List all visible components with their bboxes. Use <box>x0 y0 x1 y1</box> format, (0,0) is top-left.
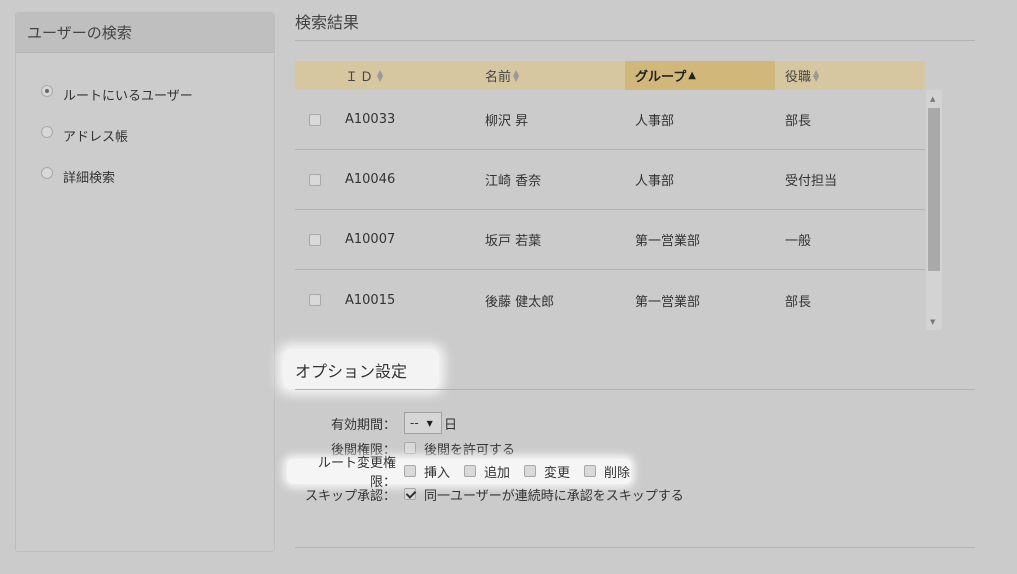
radio-button[interactable] <box>41 125 53 138</box>
select-value: -- <box>410 416 419 430</box>
cell-id: A10033 <box>345 112 396 127</box>
scroll-down-icon[interactable]: ▼ <box>930 318 935 326</box>
column-label: 名前 <box>485 70 512 85</box>
cell-group: 人事部 <box>635 114 675 129</box>
column-label: ＩＤ <box>345 70 376 85</box>
cell-id: A10015 <box>345 292 396 308</box>
radio-advanced-search[interactable]: 詳細検索 <box>41 156 274 197</box>
snoop-checkbox-label: 後閲を許可する <box>424 442 516 458</box>
sort-icon: ▲ ▼ <box>377 67 384 83</box>
cell-name: 柳沢 昇 <box>485 114 529 129</box>
column-label: グループ <box>635 70 687 85</box>
radio-address-book[interactable]: アドレス帳 <box>41 115 274 156</box>
divider <box>295 40 975 41</box>
table-row[interactable]: A10033 柳沢 昇 人事部 部長 <box>295 90 925 150</box>
sort-asc-icon: ▲ <box>688 69 696 81</box>
search-mode-list: ルートにいるユーザー アドレス帳 詳細検索 <box>16 53 274 197</box>
cell-role: 受付担当 <box>785 174 838 189</box>
radio-root-users[interactable]: ルートにいるユーザー <box>41 74 274 115</box>
skip-approval-row: スキップ承認： 同一ユーザーが連続時に承認をスキップする <box>295 483 684 505</box>
row-checkbox[interactable] <box>309 113 321 126</box>
user-search-panel: ユーザーの検索 ルートにいるユーザー アドレス帳 詳細検索 <box>15 12 275 552</box>
options-title: オプション設定 <box>295 362 408 381</box>
insert-label: 挿入 <box>424 465 451 481</box>
column-header-role[interactable]: 役職 ▲ ▼ <box>775 61 925 90</box>
sort-icon: ▲ ▼ <box>513 67 520 83</box>
row-checkbox[interactable] <box>309 173 321 186</box>
cell-role: 部長 <box>785 114 812 129</box>
skip-approval-checkbox-label: 同一ユーザーが連続時に承認をスキップする <box>424 488 684 504</box>
cell-name: 坂戸 若葉 <box>485 234 542 249</box>
cell-id: A10046 <box>345 172 396 187</box>
row-checkbox[interactable] <box>309 294 321 306</box>
cell-id: A10007 <box>345 232 396 247</box>
validity-label: 有効期間： <box>330 417 396 433</box>
divider <box>295 547 975 548</box>
insert-checkbox[interactable] <box>404 465 416 477</box>
radio-label: 詳細検索 <box>63 171 116 186</box>
results-table-body: A10033 柳沢 昇 人事部 部長 A10046 江崎 香奈 人事部 受付担当… <box>295 90 925 330</box>
route-permission-row: ルート変更権限： 挿入 追加 変更 削除 <box>295 456 631 490</box>
chevron-down-icon: ▼ <box>426 418 433 428</box>
header-checkbox-col <box>295 61 345 90</box>
sort-icon: ▲ ▼ <box>813 67 820 83</box>
cell-group: 第一営業部 <box>635 294 701 310</box>
column-header-name[interactable]: 名前 ▲ ▼ <box>485 61 625 90</box>
divider <box>295 389 975 390</box>
radio-label: ルートにいるユーザー <box>63 89 193 104</box>
table-scrollbar[interactable]: ▲ ▼ <box>926 90 942 330</box>
scroll-up-icon[interactable]: ▲ <box>930 95 935 103</box>
modify-label: 変更 <box>544 465 571 481</box>
cell-group: 人事部 <box>635 174 675 189</box>
modify-checkbox[interactable] <box>524 465 537 477</box>
row-checkbox[interactable] <box>309 233 321 246</box>
column-label: 役職 <box>785 70 812 85</box>
delete-label: 削除 <box>604 465 631 481</box>
table-row[interactable]: A10007 坂戸 若葉 第一営業部 一般 <box>295 210 925 270</box>
table-row[interactable]: A10015 後藤 健太郎 第一営業部 部長 <box>295 270 925 330</box>
snoop-checkbox[interactable] <box>404 442 416 454</box>
panel-title: ユーザーの検索 <box>16 13 274 53</box>
column-header-group[interactable]: グループ ▲ <box>625 61 775 90</box>
radio-button[interactable] <box>41 84 53 97</box>
cell-role: 部長 <box>785 294 812 310</box>
cell-role: 一般 <box>785 234 812 249</box>
scrollbar-thumb[interactable] <box>928 108 940 271</box>
cell-name: 後藤 健太郎 <box>485 294 555 310</box>
radio-label: アドレス帳 <box>63 130 129 145</box>
validity-unit: 日 <box>444 417 458 433</box>
column-header-id[interactable]: ＩＤ ▲ ▼ <box>345 61 485 90</box>
results-title: 検索結果 <box>295 13 360 32</box>
append-label: 追加 <box>484 465 511 481</box>
results-table-header: ＩＤ ▲ ▼ 名前 ▲ ▼ グループ ▲ 役職 ▲ ▼ <box>295 61 925 90</box>
cell-name: 江崎 香奈 <box>485 174 542 189</box>
cell-group: 第一営業部 <box>635 234 701 249</box>
append-checkbox[interactable] <box>464 465 477 477</box>
skip-approval-checkbox[interactable] <box>404 488 416 500</box>
radio-button[interactable] <box>41 166 53 179</box>
table-row[interactable]: A10046 江崎 香奈 人事部 受付担当 <box>295 150 925 210</box>
validity-row: 有効期間： -- ▼ 日 <box>295 412 457 434</box>
skip-approval-label: スキップ承認： <box>304 488 396 504</box>
delete-checkbox[interactable] <box>584 465 597 477</box>
validity-select[interactable]: -- ▼ <box>404 412 442 434</box>
